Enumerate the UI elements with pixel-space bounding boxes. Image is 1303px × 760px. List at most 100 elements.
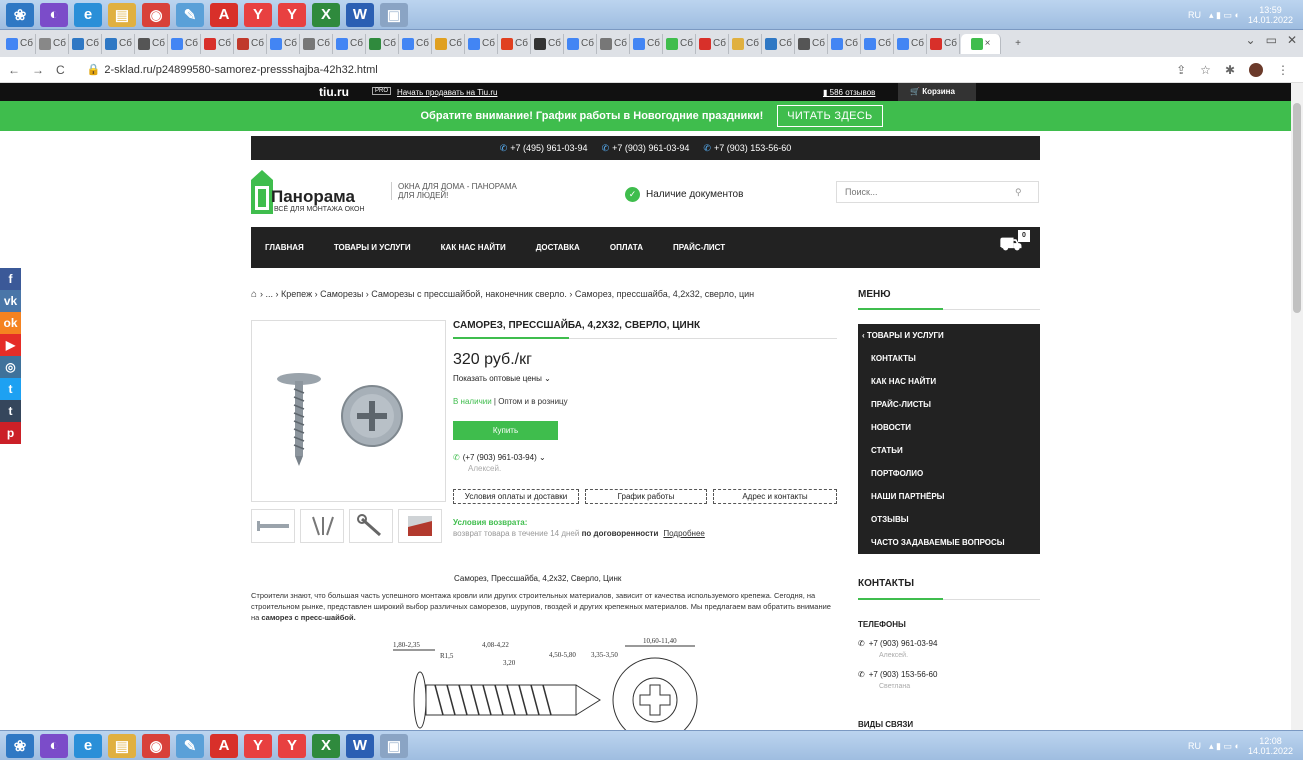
browser-tab[interactable]: Сб — [367, 33, 399, 54]
documents-link[interactable]: ✓ Наличие документов — [625, 187, 743, 202]
yandex-browser-icon[interactable]: Y — [278, 2, 306, 27]
nav-item-price-list[interactable]: ПРАЙС-ЛИСТ — [673, 243, 725, 252]
page-scrollbar[interactable] — [1291, 83, 1303, 730]
menu-item[interactable]: КАК НАС НАЙТИ — [858, 370, 1040, 393]
menu-item[interactable]: ПОРТФОЛИО — [858, 462, 1040, 485]
breadcrumb-path[interactable]: › ... › Крепеж › Саморезы › Саморезы с п… — [260, 289, 754, 299]
url-field[interactable]: 🔒 2-sklad.ru/p24899580-samorez-pressshajb… — [87, 63, 378, 76]
chrome-icon[interactable]: ◉ — [142, 2, 170, 27]
bookmark-star-icon[interactable]: ☆ — [1200, 63, 1211, 77]
cart-icon[interactable]: ⛟ 0 — [999, 230, 1030, 258]
menu-item[interactable]: НОВОСТИ — [858, 416, 1040, 439]
site-logo[interactable]: Панорама ВСЁ ДЛЯ МОНТАЖА ОКОН — [251, 170, 386, 214]
browser-tab[interactable]: Сб — [796, 33, 828, 54]
yandex-icon[interactable]: Y — [244, 733, 272, 758]
vk-icon[interactable]: vk — [0, 290, 21, 312]
nav-item-payment[interactable]: ОПЛАТА — [610, 243, 643, 252]
thumbnail-2[interactable] — [300, 509, 344, 543]
search-icon[interactable]: ⚲ — [1015, 187, 1022, 198]
close-icon[interactable]: ✕ — [1287, 33, 1297, 47]
browser-tab[interactable]: Сб — [136, 33, 168, 54]
tiu-sell-link[interactable]: Начать продавать на Tiu.ru — [397, 88, 497, 97]
browser-tab[interactable]: Сб — [730, 33, 762, 54]
product-phone[interactable]: ✆ (+7 (903) 961-03-94) ⌄ — [453, 453, 546, 462]
browser-tab[interactable]: Сб — [70, 33, 102, 54]
thumbnail-3[interactable] — [349, 509, 393, 543]
nav-item-find-us[interactable]: КАК НАС НАЙТИ — [441, 243, 506, 252]
browser-tab[interactable]: Сб — [103, 33, 135, 54]
yandex-browser-icon[interactable]: Y — [278, 733, 306, 758]
browser-tab[interactable]: Сб — [202, 33, 234, 54]
app-launcher-icon[interactable]: ◐ — [40, 733, 68, 758]
tab-search-icon[interactable]: ⌄ — [1246, 33, 1256, 47]
contact-phone-2[interactable]: ✆ +7 (903) 153-56-60 — [858, 670, 937, 679]
back-icon[interactable]: ← — [8, 63, 20, 77]
home-icon[interactable]: ⌂ — [251, 289, 257, 300]
twitter-icon[interactable]: t — [0, 378, 21, 400]
share-icon[interactable]: ⇪ — [1176, 63, 1186, 77]
browser-tab[interactable]: Сб — [466, 33, 498, 54]
contact-phone-1[interactable]: ✆ +7 (903) 961-03-94 — [858, 639, 937, 648]
chrome-icon[interactable]: ◉ — [142, 733, 170, 758]
reload-icon[interactable]: C — [56, 63, 65, 77]
browser-tab[interactable]: Сб — [631, 33, 663, 54]
tool-icon[interactable]: ✎ — [176, 733, 204, 758]
excel-icon[interactable]: X — [312, 2, 340, 27]
browser-tab[interactable]: Сб — [37, 33, 69, 54]
tiu-cart-button[interactable]: 🛒 Корзина — [898, 83, 976, 101]
browser-tab[interactable]: Сб — [334, 33, 366, 54]
tab-close-icon[interactable]: × — [985, 38, 991, 49]
facebook-icon[interactable]: f — [0, 268, 21, 290]
phone-bar-item[interactable]: ✆ +7 (495) 961-03-94 — [500, 143, 588, 154]
browser-tab[interactable]: Сб — [565, 33, 597, 54]
browser-tab[interactable]: Сб — [400, 33, 432, 54]
menu-item[interactable]: ЧАСТО ЗАДАВАЕМЫЕ ВОПРОСЫ — [858, 531, 1040, 554]
language-indicator[interactable]: RU — [1188, 741, 1201, 751]
youtube-icon[interactable]: ▶ — [0, 334, 21, 356]
browser-tab[interactable]: Сб — [598, 33, 630, 54]
tray-icons[interactable]: ▴ ▮ ▭ ◐ — [1209, 741, 1240, 752]
browser-tab[interactable]: Сб — [829, 33, 861, 54]
buy-button[interactable]: Купить — [453, 421, 558, 440]
browser-tab[interactable]: Сб — [532, 33, 564, 54]
nav-item-delivery[interactable]: ДОСТАВКА — [536, 243, 580, 252]
menu-item[interactable]: СТАТЬИ — [858, 439, 1040, 462]
forward-icon[interactable]: → — [32, 63, 44, 77]
wholesale-prices-toggle[interactable]: Показать оптовые цены ⌄ — [453, 374, 551, 383]
ie-icon[interactable]: e — [74, 2, 102, 27]
clock[interactable]: 13:59 14.01.2022 — [1248, 5, 1293, 25]
browser-tab[interactable]: Сб — [301, 33, 333, 54]
browser-tab-active[interactable]: × — [961, 33, 1001, 54]
menu-item[interactable]: НАШИ ПАРТНЁРЫ — [858, 485, 1040, 508]
acrobat-icon[interactable]: A — [210, 2, 238, 27]
folder-icon[interactable]: ▤ — [108, 2, 136, 27]
notice-read-button[interactable]: ЧИТАТЬ ЗДЕСЬ — [777, 105, 883, 127]
browser-tab[interactable]: Сб — [664, 33, 696, 54]
pinterest-icon[interactable]: p — [0, 422, 21, 444]
menu-item[interactable]: ПРАЙС-ЛИСТЫ — [858, 393, 1040, 416]
ie-icon[interactable]: e — [74, 733, 102, 758]
browser-tab[interactable]: Сб — [862, 33, 894, 54]
browser-tab[interactable]: Сб — [169, 33, 201, 54]
browser-tab[interactable]: Сб — [697, 33, 729, 54]
address-contacts-button[interactable]: Адрес и контакты — [713, 489, 837, 504]
new-tab-button[interactable]: + — [1002, 34, 1034, 54]
return-more-link[interactable]: Подробнее — [663, 529, 705, 538]
search-input[interactable] — [845, 187, 1015, 197]
app-launcher-icon[interactable]: ◐ — [40, 2, 68, 27]
payment-delivery-button[interactable]: Условия оплаты и доставки — [453, 489, 579, 504]
thumbnail-1[interactable] — [251, 509, 295, 543]
nav-item-products[interactable]: ТОВАРЫ И УСЛУГИ — [334, 243, 411, 252]
odnoklassniki-icon[interactable]: ok — [0, 312, 21, 334]
browser-tab[interactable]: Сб — [763, 33, 795, 54]
instagram-icon[interactable]: ◎ — [0, 356, 21, 378]
tumblr-icon[interactable]: t — [0, 400, 21, 422]
tiu-logo[interactable]: tiu.ru — [319, 85, 349, 99]
nav-item-home[interactable]: ГЛАВНАЯ — [265, 243, 304, 252]
tray-icons[interactable]: ▴ ▮ ▭ ◐ — [1209, 10, 1240, 21]
product-main-image[interactable] — [251, 320, 446, 502]
word-icon[interactable]: W — [346, 733, 374, 758]
start-orb-icon[interactable]: ❀ — [6, 2, 34, 27]
menu-item[interactable]: КОНТАКТЫ — [858, 347, 1040, 370]
browser-tab[interactable]: Сб — [235, 33, 267, 54]
